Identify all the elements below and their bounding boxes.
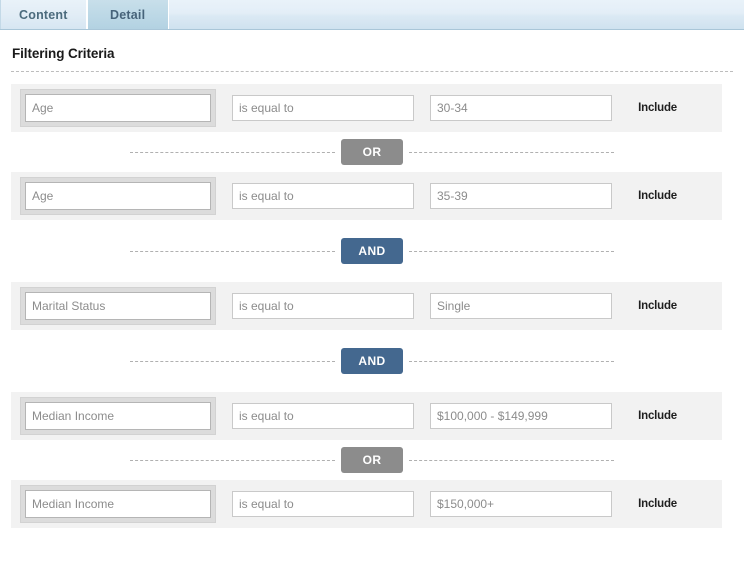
include-mode-label: Include [638, 410, 677, 422]
operator-select[interactable]: is equal to [232, 491, 414, 517]
tab-detail[interactable]: Detail [86, 0, 169, 29]
value-select[interactable]: Single [430, 293, 612, 319]
value-select[interactable]: 30-34 [430, 95, 612, 121]
operator-chip-and[interactable]: AND [341, 238, 403, 264]
operator-select[interactable]: is equal to [232, 293, 414, 319]
page-title: Filtering Criteria [12, 46, 115, 61]
tab-detail-label: Detail [110, 7, 146, 22]
operator-select[interactable]: is equal to [232, 95, 414, 121]
include-mode-label: Include [638, 102, 677, 114]
tab-bar-filler [169, 0, 744, 29]
value-select[interactable]: 35-39 [430, 183, 612, 209]
separator-dash-left [130, 459, 335, 461]
operator-chip-and[interactable]: AND [341, 348, 403, 374]
field-select-wrapper[interactable]: Median Income [20, 397, 216, 435]
tab-content-label: Content [19, 7, 68, 22]
field-select[interactable]: Age [25, 182, 211, 210]
separator-dash-left [130, 151, 335, 153]
separator-dash-left [130, 250, 335, 252]
filter-panel: Filtering Criteria [0, 30, 744, 72]
operator-select[interactable]: is equal to [232, 403, 414, 429]
field-select[interactable]: Age [25, 94, 211, 122]
tab-content[interactable]: Content [0, 0, 87, 29]
criteria-row: Median Income is equal to $100,000 - $14… [11, 392, 722, 440]
tab-bar: Content Detail [0, 0, 744, 30]
criteria-row: Marital Status is equal to Single Includ… [11, 282, 722, 330]
criteria-row: Age is equal to 35-39 Include [11, 172, 722, 220]
field-select-wrapper[interactable]: Median Income [20, 485, 216, 523]
field-select[interactable]: Marital Status [25, 292, 211, 320]
include-mode-label: Include [638, 190, 677, 202]
separator-dash-right [409, 360, 614, 362]
separator-dash-right [409, 250, 614, 252]
separator-dash-right [409, 459, 614, 461]
criteria-row: Median Income is equal to $150,000+ Incl… [11, 480, 722, 528]
criteria-row: Age is equal to 30-34 Include [11, 84, 722, 132]
value-select[interactable]: $150,000+ [430, 491, 612, 517]
title-divider [11, 71, 733, 72]
field-select[interactable]: Median Income [25, 402, 211, 430]
field-select-wrapper[interactable]: Age [20, 89, 216, 127]
separator-dash-left [130, 360, 335, 362]
field-select-wrapper[interactable]: Age [20, 177, 216, 215]
include-mode-label: Include [638, 300, 677, 312]
field-select[interactable]: Median Income [25, 490, 211, 518]
operator-chip-or[interactable]: OR [341, 447, 403, 473]
operator-chip-or[interactable]: OR [341, 139, 403, 165]
operator-separator-or: OR [0, 440, 744, 480]
separator-dash-right [409, 151, 614, 153]
operator-separator-and: AND [0, 220, 744, 282]
field-select-wrapper[interactable]: Marital Status [20, 287, 216, 325]
operator-separator-or: OR [0, 132, 744, 172]
operator-separator-and: AND [0, 330, 744, 392]
include-mode-label: Include [638, 498, 677, 510]
operator-select[interactable]: is equal to [232, 183, 414, 209]
value-select[interactable]: $100,000 - $149,999 [430, 403, 612, 429]
